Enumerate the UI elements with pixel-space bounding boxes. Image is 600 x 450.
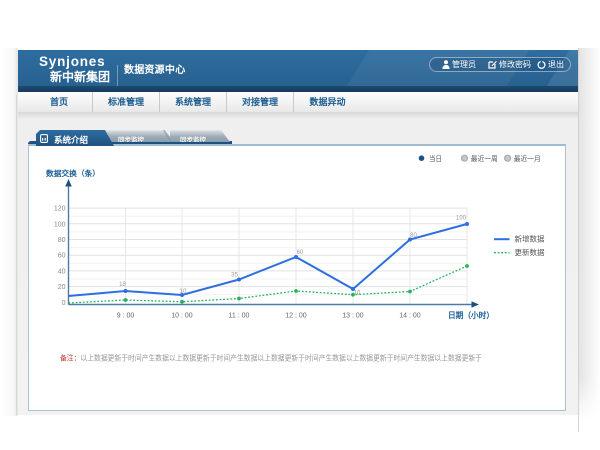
svg-text:40: 40: [58, 268, 66, 275]
svg-text:80: 80: [410, 233, 417, 239]
svg-text:10: 10: [354, 291, 361, 297]
svg-text:60: 60: [58, 253, 66, 260]
svg-text:最近一月: 最近一月: [514, 154, 541, 163]
svg-text:80: 80: [58, 237, 66, 244]
svg-text:11 : 00: 11 : 00: [229, 313, 250, 320]
svg-text:60: 60: [297, 250, 304, 256]
svg-text:最近一周: 最近一周: [471, 154, 498, 163]
svg-text:数据交换（条）: 数据交换（条）: [46, 168, 100, 178]
svg-text:新增数据: 新增数据: [515, 234, 545, 244]
svg-text:20: 20: [58, 284, 66, 291]
svg-text:35: 35: [231, 273, 238, 279]
svg-text:更新数据: 更新数据: [515, 247, 545, 257]
svg-text:当日: 当日: [429, 154, 442, 163]
svg-text:13 : 00: 13 : 00: [342, 313, 364, 320]
svg-text:10 : 00: 10 : 00: [171, 313, 193, 320]
svg-text:9 : 00: 9 : 00: [117, 313, 135, 320]
svg-text:100: 100: [456, 216, 467, 222]
svg-text:14 : 00: 14 : 00: [399, 313, 421, 320]
svg-text:日期（小时）: 日期（小时）: [448, 310, 494, 320]
svg-text:数据资源中心: 数据资源中心: [124, 63, 185, 76]
svg-text:10: 10: [180, 289, 187, 295]
svg-text:18: 18: [119, 282, 126, 288]
svg-text:100: 100: [54, 221, 66, 228]
svg-text:120: 120: [54, 206, 66, 213]
svg-text:0: 0: [62, 300, 66, 307]
svg-text:12 : 00: 12 : 00: [285, 313, 307, 320]
svg-text:备注：以上数据更新于时间产生数据以上数据更新于时间产生数据以: 备注：以上数据更新于时间产生数据以上数据更新于时间产生数据以上数据更新于时间产生…: [60, 353, 482, 363]
